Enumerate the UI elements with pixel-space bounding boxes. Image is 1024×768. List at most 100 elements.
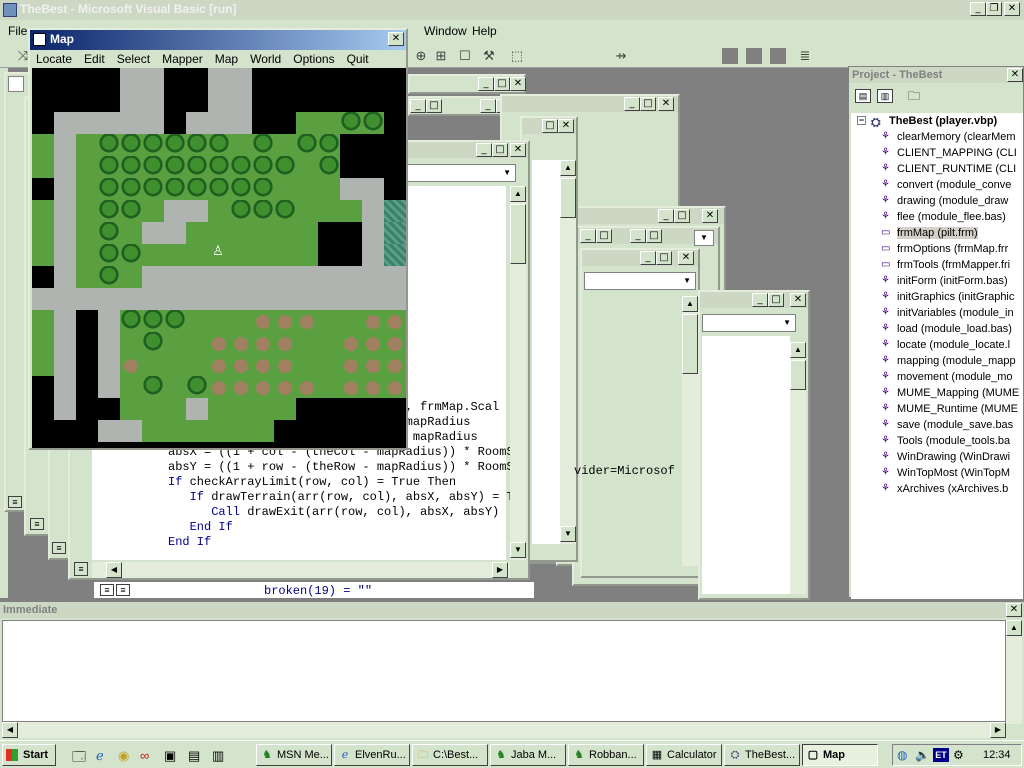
scroll-up-button[interactable]: ▲ [790, 342, 806, 358]
map-menu-mapper[interactable]: Mapper [156, 50, 209, 68]
scroll-up-button[interactable]: ▲ [510, 186, 526, 202]
map-menu-world[interactable]: World [244, 50, 287, 68]
maximize-button[interactable]: □ [542, 119, 558, 133]
scroll-thumb[interactable] [790, 360, 806, 390]
close-button[interactable]: ✕ [558, 119, 574, 133]
minimize-button[interactable]: _ [476, 143, 492, 157]
procedure-dropdown[interactable]: ▼ [404, 164, 516, 182]
minimize-button[interactable]: _ [752, 293, 768, 307]
start-button[interactable]: Start [2, 744, 56, 766]
minimize-button[interactable]: _ [640, 251, 656, 265]
main-close-button[interactable]: ✕ [1004, 2, 1020, 16]
tray-app-icon[interactable]: ⚙ [953, 748, 964, 762]
task-msn[interactable]: ♞ MSN Me... [256, 744, 332, 766]
close-button[interactable]: ✕ [510, 143, 526, 157]
maximize-button[interactable]: □ [596, 229, 612, 243]
view-toggle-icon-6[interactable]: ≡ [52, 542, 66, 554]
scroll-right-button[interactable]: ▶ [492, 562, 508, 578]
tree-root[interactable]: − ⛭ TheBest (player.vbp) [851, 113, 1023, 129]
tree-item[interactable]: ⚘ WinDrawing (WinDrawi [851, 449, 1023, 465]
quicklaunch-ie-icon[interactable]: ℯ [96, 748, 104, 764]
maximize-button[interactable]: □ [640, 97, 656, 111]
map-menu-map[interactable]: Map [209, 50, 244, 68]
immediate-vertical-scrollbar[interactable]: ▲ [1006, 620, 1022, 724]
dropdown-arrow-icon[interactable]: ▼ [694, 230, 714, 246]
immediate-close-button[interactable]: ✕ [1006, 603, 1022, 617]
code-area[interactable] [702, 336, 790, 594]
scroll-up-button[interactable]: ▲ [560, 160, 576, 176]
task-calculator[interactable]: ▦ Calculator [646, 744, 722, 766]
toolbar-project-icon[interactable]: ⊞ [432, 47, 450, 65]
map-close-button[interactable]: ✕ [388, 32, 404, 46]
code-window-back-1[interactable]: _ □ ✕ [408, 74, 526, 94]
quicklaunch-app6-icon[interactable]: ▥ [212, 748, 224, 764]
toolbar-form-layout-icon[interactable]: ⬚ [508, 47, 526, 65]
scroll-up-button[interactable]: ▲ [1006, 620, 1022, 636]
tree-item[interactable]: ⚘ convert (module_conve [851, 177, 1023, 193]
minimize-button[interactable]: _ [624, 97, 640, 111]
maximize-button[interactable]: □ [768, 293, 784, 307]
main-minimize-button[interactable]: _ [970, 2, 986, 16]
toolbar-align-icon[interactable]: ≣ [796, 47, 814, 65]
tree-item[interactable]: ⚘ locate (module_locate.l [851, 337, 1023, 353]
close-button[interactable]: ✕ [658, 97, 674, 111]
map-menu-locate[interactable]: Locate [30, 50, 78, 68]
tree-item[interactable]: ⚘ movement (module_mo [851, 369, 1023, 385]
map-menu-edit[interactable]: Edit [78, 50, 111, 68]
close-button[interactable]: ✕ [702, 209, 718, 223]
immediate-input[interactable] [2, 620, 1006, 722]
tray-language[interactable]: ET [933, 748, 949, 762]
vertical-scrollbar[interactable]: ▲ [790, 342, 806, 594]
map-window[interactable]: Map ✕ Locate Edit Select Mapper Map World Opti… [28, 28, 408, 450]
map-menu-options[interactable]: Options [287, 50, 340, 68]
tree-item[interactable]: ⚘ clearMemory (clearMem [851, 129, 1023, 145]
toggle-folders-icon[interactable]: 🗀 [905, 89, 923, 103]
menu-window[interactable]: Window [418, 22, 473, 40]
toolbar-find-icon[interactable]: ⊕ [412, 47, 430, 65]
view-code-icon[interactable]: ▤ [855, 89, 871, 103]
vertical-scrollbar[interactable]: ▲ [682, 296, 698, 566]
maximize-button[interactable]: □ [656, 251, 672, 265]
view-toggle-icon-4[interactable]: ≡ [8, 496, 22, 508]
tree-item[interactable]: ▭ frmMap (pilt.frm) [851, 225, 1023, 241]
tree-item[interactable]: ⚘ CLIENT_MAPPING (CLI [851, 145, 1023, 161]
project-close-button[interactable]: ✕ [1007, 68, 1023, 82]
map-menu-quit[interactable]: Quit [341, 50, 375, 68]
quicklaunch-outlook-icon[interactable]: ◉ [118, 748, 129, 764]
task-elvenrunes[interactable]: ℯ ElvenRu... [334, 744, 410, 766]
code-window-e[interactable]: _ □ ✕ ▼ ▲ [698, 290, 810, 600]
close-button[interactable]: ✕ [790, 293, 806, 307]
tree-item[interactable]: ▭ frmOptions (frmMap.frr [851, 241, 1023, 257]
toolbar-position-icon[interactable]: ⇸ [612, 47, 630, 65]
close-button[interactable]: ✕ [678, 251, 694, 265]
minimize-button[interactable]: _ [580, 229, 596, 243]
maximize-button[interactable]: □ [494, 77, 510, 91]
map-canvas[interactable]: ♙ [32, 68, 406, 448]
minimize-button[interactable]: _ [410, 99, 426, 113]
scroll-left-button[interactable]: ◀ [2, 722, 18, 738]
toolbar-tools-icon[interactable]: ⚒ [480, 47, 498, 65]
quicklaunch-desktop-icon[interactable]: 🗔 [72, 748, 86, 768]
minimize-button[interactable]: _ [630, 229, 646, 243]
tree-item[interactable]: ⚘ drawing (module_draw [851, 193, 1023, 209]
tray-volume-icon[interactable]: 🔈 [915, 748, 930, 762]
menu-help[interactable]: Help [466, 22, 503, 40]
quicklaunch-winamp-icon[interactable]: ∞ [140, 748, 149, 763]
vertical-scrollbar[interactable]: ▲ ▼ [560, 160, 576, 544]
scroll-thumb[interactable] [510, 204, 526, 264]
tree-item[interactable]: ⚘ initVariables (module_in [851, 305, 1023, 321]
project-tree[interactable]: − ⛭ TheBest (player.vbp) ⚘ clearMemory (c… [851, 113, 1023, 599]
procedure-dropdown[interactable]: ▼ [702, 314, 796, 332]
tree-item[interactable]: ⚘ CLIENT_RUNTIME (CLI [851, 161, 1023, 177]
maximize-button[interactable]: □ [674, 209, 690, 223]
tray-network-icon[interactable]: ◍ [897, 748, 907, 762]
minimize-button[interactable]: _ [658, 209, 674, 223]
code-area[interactable] [532, 160, 562, 544]
scroll-up-button[interactable]: ▲ [682, 296, 698, 312]
scroll-thumb[interactable] [560, 178, 576, 218]
view-toggle-icon-2[interactable]: ≡ [100, 584, 114, 596]
task-thebest[interactable]: ⛭ TheBest... [724, 744, 800, 766]
procedure-dropdown[interactable]: ▼ [584, 272, 696, 290]
view-toggle-icon[interactable]: ≡ [74, 562, 88, 576]
tree-item[interactable]: ⚘ initForm (initForm.bas) [851, 273, 1023, 289]
